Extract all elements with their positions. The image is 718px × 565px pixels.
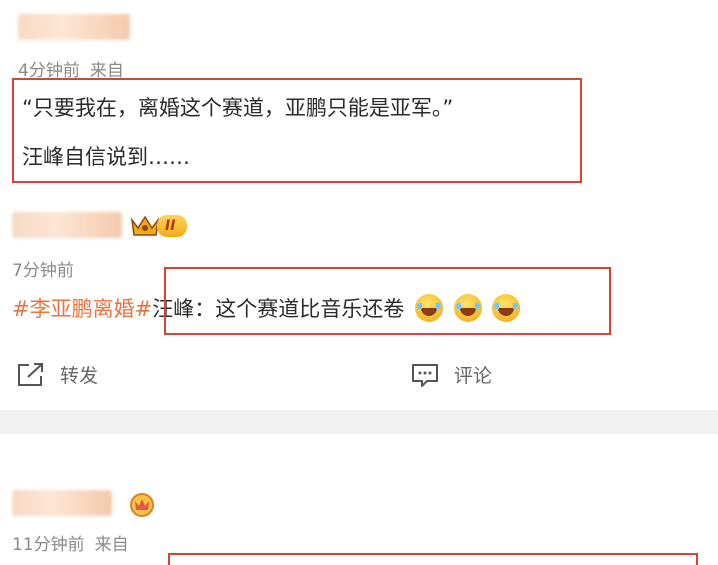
highlight-box-2 <box>164 267 611 335</box>
section-divider <box>0 410 718 434</box>
repost-button[interactable]: 转发 <box>16 361 98 388</box>
emblem-icon <box>128 490 156 518</box>
comment-meta-2: 7分钟前 <box>12 256 74 281</box>
hashtag-link[interactable]: #李亚鹏离婚# <box>12 297 152 321</box>
repost-label: 转发 <box>60 365 99 387</box>
username-blurred-3[interactable] <box>12 490 112 516</box>
source-label: 来自 <box>94 535 129 555</box>
comment-icon <box>410 362 440 388</box>
level-badge: II <box>157 215 188 237</box>
share-icon <box>16 362 46 388</box>
timestamp: 7分钟前 <box>12 261 74 281</box>
comment-label: 评论 <box>454 365 493 387</box>
comment-text-line-2: 汪峰自信说到…… <box>22 145 190 169</box>
highlight-box-3 <box>168 553 698 565</box>
comment-text-line-1: “只要我在，离婚这个赛道，亚鹏只能是亚军。” <box>22 96 454 120</box>
crown-icon <box>130 214 160 238</box>
username-blurred-1[interactable] <box>18 14 130 40</box>
comment-button[interactable]: 评论 <box>410 361 492 388</box>
vip-badge: II <box>130 213 188 239</box>
timestamp: 11分钟前 <box>12 535 85 555</box>
comment-meta-3: 11分钟前 来自 <box>12 530 129 555</box>
username-blurred-2[interactable] <box>12 212 122 238</box>
